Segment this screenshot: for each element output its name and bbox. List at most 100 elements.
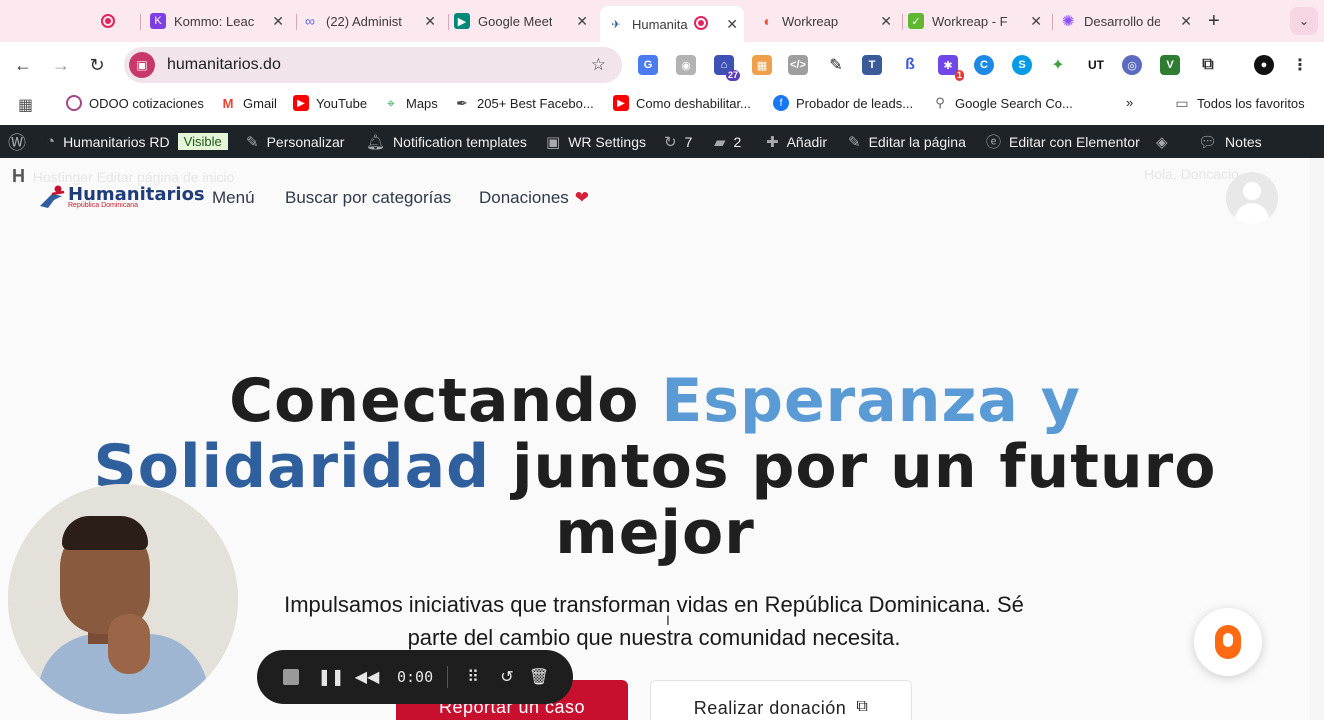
- new-tab-button[interactable]: +: [1208, 10, 1220, 33]
- heart-icon: ❤: [574, 188, 590, 207]
- bookmark-probador[interactable]: f Probador de leads...: [773, 95, 913, 111]
- site-name-menu[interactable]: ◔ Humanitarios RD Visible: [46, 125, 228, 158]
- close-icon[interactable]: ✕: [272, 13, 284, 30]
- forward-button[interactable]: →: [50, 54, 72, 76]
- updates-count: 7: [684, 133, 693, 150]
- eyedropper-icon[interactable]: ✎: [826, 55, 846, 75]
- back-button[interactable]: ←: [12, 54, 34, 76]
- colorful-leaf-icon[interactable]: ✦: [1048, 55, 1068, 75]
- close-icon[interactable]: ✕: [880, 13, 892, 30]
- vue-icon[interactable]: V: [1160, 55, 1180, 75]
- ring-icon[interactable]: ◎: [1122, 55, 1142, 75]
- bookmark-facebook-ads[interactable]: ✒ 205+ Best Facebo...: [454, 95, 594, 111]
- notes-button[interactable]: 💬︎ Notes: [1198, 125, 1262, 158]
- webcam-overlay[interactable]: [8, 484, 238, 714]
- site-info-icon[interactable]: ▣: [129, 52, 155, 78]
- bell-icon: 🔔︎: [366, 133, 386, 151]
- bookmark-gmail[interactable]: M Gmail: [220, 95, 277, 111]
- tab-workreap-2[interactable]: ✓ Workreap - F ✕: [908, 6, 1048, 36]
- url-text[interactable]: humanitarios.do: [167, 56, 281, 74]
- translate-icon[interactable]: G: [638, 55, 658, 75]
- brush-icon: ✎: [246, 133, 259, 151]
- pause-button[interactable]: ❚❚: [318, 667, 345, 687]
- arrow-left-icon: ←: [14, 54, 32, 75]
- bookmark-odoo[interactable]: ODOO cotizaciones: [66, 95, 204, 111]
- code-icon[interactable]: </>: [788, 55, 808, 75]
- bookmarks-overflow-button[interactable]: »: [1126, 95, 1133, 110]
- text-cursor-icon: I: [666, 612, 670, 628]
- page-scrollbar[interactable]: [1310, 158, 1324, 720]
- close-icon[interactable]: ✕: [424, 13, 436, 30]
- bookmark-search-console[interactable]: ⚲ Google Search Co...: [932, 95, 1073, 111]
- restart-button[interactable]: ↺: [497, 667, 517, 687]
- delete-button[interactable]: 🗑︎: [529, 667, 549, 687]
- script-icon[interactable]: ß: [900, 55, 920, 75]
- tab-kommo[interactable]: K Kommo: Leac ✕: [150, 6, 290, 36]
- bookmark-star-icon[interactable]: ☆: [591, 55, 606, 75]
- maps-icon: ⌖: [387, 94, 395, 111]
- close-icon[interactable]: ✕: [1030, 13, 1042, 30]
- wordpress-logo-button[interactable]: Ⓦ: [8, 125, 26, 158]
- tab-title: Desarrollo de: [1084, 13, 1160, 29]
- chat-widget-button[interactable]: [1194, 608, 1262, 676]
- comments-button[interactable]: ▰ 2: [714, 125, 741, 158]
- tab-humanitarios[interactable]: ✈ Humanita ✕: [600, 6, 744, 42]
- customize-button[interactable]: ✎ Personalizar: [246, 125, 344, 158]
- more-icon[interactable]: ⋮: [1290, 55, 1310, 75]
- wr-settings-button[interactable]: ▣ WR Settings: [546, 125, 646, 158]
- youtube-icon: ▶: [293, 95, 309, 111]
- all-bookmarks[interactable]: ▭ Todos los favoritos: [1174, 94, 1304, 111]
- site-logo[interactable]: Humanitarios República Dominicana: [38, 184, 205, 210]
- nav-menu[interactable]: Menú: [212, 188, 255, 208]
- add-new-button[interactable]: ✚ Añadir: [766, 125, 827, 158]
- nav-donations[interactable]: Donaciones ❤: [479, 188, 589, 208]
- camera-icon[interactable]: ◉: [676, 55, 696, 75]
- tab-search-button[interactable]: ⌄: [1290, 7, 1318, 35]
- notification-templates-button[interactable]: 🔔︎ Notification templates: [366, 125, 527, 158]
- diamond-button[interactable]: ◈: [1156, 125, 1176, 158]
- hero-lead: Impulsamos iniciativas que transforman v…: [284, 592, 1024, 650]
- stop-button[interactable]: [281, 667, 301, 687]
- close-icon[interactable]: ✕: [1180, 13, 1192, 30]
- drag-handle[interactable]: ⠿: [463, 667, 483, 687]
- comments-count: 2: [733, 133, 742, 150]
- table-icon[interactable]: T: [862, 55, 882, 75]
- tab-admin[interactable]: ∞ (22) Administ ✕: [302, 6, 442, 36]
- address-bar[interactable]: ▣ humanitarios.do ☆: [124, 47, 622, 83]
- youtube-icon: ▶: [613, 95, 629, 111]
- logo-mark-icon: [38, 184, 68, 210]
- feather-icon: ✒: [456, 94, 468, 111]
- tab-google-meet[interactable]: ▶ Google Meet ✕: [454, 6, 594, 36]
- puzzle-badge-icon[interactable]: ✱ 1: [938, 55, 964, 81]
- tab-desarrollo[interactable]: ✺ Desarrollo de ✕: [1060, 6, 1198, 36]
- layout-icon[interactable]: ▦: [752, 55, 772, 75]
- shield-icon[interactable]: S: [1012, 55, 1032, 75]
- circle-c-icon[interactable]: C: [974, 55, 994, 75]
- bookmark-youtube[interactable]: ▶ YouTube: [293, 95, 367, 111]
- updates-button[interactable]: ↻ 7: [664, 125, 692, 158]
- close-icon[interactable]: ✕: [726, 16, 738, 33]
- bookmark-deshabilitar[interactable]: ▶ Como deshabilitar...: [613, 95, 751, 111]
- folder-icon: ▭: [1175, 94, 1189, 111]
- tab-workreap[interactable]: ◖ Workreap ✕: [758, 6, 898, 36]
- user-avatar[interactable]: [1226, 172, 1278, 224]
- rewind-button[interactable]: ◀◀: [355, 667, 380, 687]
- extension-badge-icon[interactable]: ⌂ 27: [714, 55, 740, 81]
- tab-strip: K Kommo: Leac ✕ ∞ (22) Administ ✕ ▶ Goog…: [0, 0, 1324, 42]
- close-icon[interactable]: ✕: [576, 13, 588, 30]
- nav-categories[interactable]: Buscar por categorías: [285, 188, 451, 208]
- edit-page-button[interactable]: ✎ Editar la página: [848, 125, 966, 158]
- puzzle-icon[interactable]: ⧉: [1198, 55, 1218, 75]
- reload-button[interactable]: ↻: [86, 54, 108, 76]
- bookmark-maps[interactable]: ⌖ Maps: [383, 95, 438, 111]
- tab-record[interactable]: [100, 6, 132, 36]
- wp-admin-bar: Ⓦ ◔ Humanitarios RD Visible ✎ Personaliza…: [0, 125, 1324, 158]
- ut-icon[interactable]: UT: [1086, 55, 1106, 75]
- update-icon: ↻: [664, 133, 677, 151]
- edit-elementor-button[interactable]: ⓔ Editar con Elementor: [986, 125, 1140, 158]
- trash-icon: 🗑︎: [528, 669, 550, 686]
- donate-button[interactable]: Realizar donación ⧉: [650, 680, 912, 720]
- workreap-green-icon: ✓: [908, 13, 924, 29]
- profile-icon[interactable]: ●: [1254, 55, 1274, 75]
- apps-button[interactable]: ▦: [18, 95, 33, 115]
